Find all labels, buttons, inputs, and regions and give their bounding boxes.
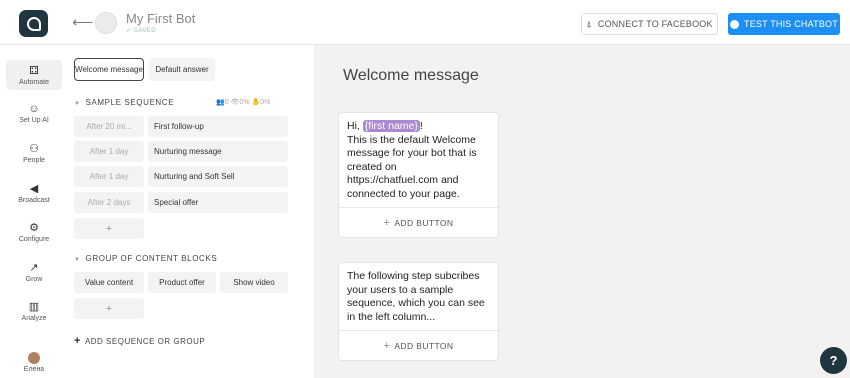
- grow-icon: ↗: [29, 262, 39, 274]
- card-body: The following step subcribes your users …: [347, 270, 485, 323]
- help-button[interactable]: ?: [820, 347, 847, 374]
- sequence-header[interactable]: ▼ SAMPLE SEQUENCE: [74, 98, 174, 107]
- sequence-block[interactable]: First follow-up: [148, 116, 288, 137]
- bot-name[interactable]: My First Bot: [126, 11, 195, 26]
- sequence-block[interactable]: Nurturing message: [148, 141, 288, 162]
- test-label: TEST THIS CHATBOT: [744, 19, 838, 29]
- top-bar: ⟵ My First Bot ✓ SAVED ⍋ CONNECT TO FACE…: [0, 0, 850, 45]
- nav-label: Broadcast: [18, 197, 50, 204]
- chatfuel-logo[interactable]: [19, 10, 48, 37]
- block-title[interactable]: Welcome message: [343, 67, 479, 85]
- plus-icon: +: [74, 335, 81, 347]
- text-card: Hi, {first name}! This is the default We…: [338, 112, 499, 238]
- nav-broadcast[interactable]: ◀ Broadcast: [6, 182, 62, 204]
- nav-label: Configure: [18, 236, 50, 243]
- messenger-icon: [730, 19, 740, 29]
- ai-icon: ☺: [28, 103, 40, 115]
- test-chatbot-button[interactable]: TEST THIS CHATBOT: [728, 13, 840, 35]
- gear-icon: ⚙: [29, 222, 39, 234]
- collapse-triangle-icon: ▼: [74, 101, 81, 107]
- nav-label: Analyze: [21, 315, 47, 322]
- back-arrow-icon[interactable]: ⟵: [72, 13, 94, 31]
- nav-grow[interactable]: ↗ Grow: [6, 261, 62, 283]
- group-block[interactable]: Show video: [220, 272, 288, 293]
- sequence-block[interactable]: Nurturing and Soft Sell: [148, 166, 288, 187]
- megaphone-icon: ◀: [29, 183, 39, 195]
- text-card-content[interactable]: Hi, {first name}! This is the default We…: [339, 113, 498, 207]
- greeting-text: Hi,: [347, 120, 360, 132]
- group-header[interactable]: ▼ GROUP OF CONTENT BLOCKS: [74, 254, 217, 263]
- tab-welcome-message[interactable]: Welcome message: [74, 58, 144, 81]
- user-avatar[interactable]: [28, 352, 40, 364]
- sequence-delay[interactable]: After 1 day: [74, 166, 144, 187]
- nav-configure[interactable]: ⚙ Configure: [6, 221, 62, 243]
- sequence-block[interactable]: Special offer: [148, 192, 288, 213]
- nav-label: Grow: [25, 276, 43, 283]
- sequence-delay[interactable]: After 2 days: [74, 192, 144, 213]
- add-button[interactable]: + ADD BUTTON: [339, 330, 498, 360]
- logo-mark: [26, 16, 41, 31]
- blocks-panel: Welcome message Default answer ▼ SAMPLE S…: [68, 45, 315, 378]
- bot-avatar[interactable]: [95, 12, 117, 34]
- chart-icon: ▥: [28, 301, 40, 313]
- sequence-stats: 👥0 👁0% ✋0%: [216, 99, 271, 106]
- card-body: This is the default Welcome message for …: [347, 133, 477, 200]
- collapse-triangle-icon: ▼: [74, 257, 81, 263]
- first-name-attribute[interactable]: {first name}: [362, 120, 420, 132]
- add-sequence-or-group-button[interactable]: + ADD SEQUENCE OR GROUP: [74, 335, 205, 347]
- people-icon: ⚇: [29, 143, 39, 155]
- nav-label: People: [23, 157, 45, 164]
- add-sequence-block-button[interactable]: +: [74, 218, 144, 239]
- exclaim-text: !: [419, 120, 423, 132]
- nav-set-up-ai[interactable]: ☺ Set Up AI: [6, 103, 62, 124]
- connect-to-facebook-button[interactable]: ⍋ CONNECT TO FACEBOOK: [581, 13, 718, 35]
- nav-label: Set Up AI: [19, 117, 49, 124]
- plus-icon: +: [383, 216, 391, 229]
- connect-label: CONNECT TO FACEBOOK: [597, 19, 713, 29]
- user-name[interactable]: Елена: [6, 366, 62, 373]
- add-button-label: ADD BUTTON: [394, 340, 454, 351]
- sequence-delay[interactable]: After 20 mi...: [74, 116, 144, 137]
- tab-default-answer[interactable]: Default answer: [149, 58, 215, 81]
- add-sequence-label: ADD SEQUENCE OR GROUP: [84, 337, 206, 346]
- block-editor: Welcome message Hi, {first name}! This i…: [315, 45, 850, 378]
- group-block[interactable]: Value content: [74, 272, 144, 293]
- left-navigation: ⚃ Automate ☺ Set Up AI ⚇ People ◀ Broadc…: [0, 45, 68, 378]
- automate-icon: ⚃: [29, 65, 39, 77]
- nav-analyze[interactable]: ▥ Analyze: [6, 300, 62, 322]
- nav-people[interactable]: ⚇ People: [6, 142, 62, 164]
- group-block[interactable]: Product offer: [148, 272, 216, 293]
- add-button[interactable]: + ADD BUTTON: [339, 207, 498, 237]
- sequence-delay[interactable]: After 1 day: [74, 141, 144, 162]
- text-card-content[interactable]: The following step subcribes your users …: [339, 263, 498, 330]
- add-group-block-button[interactable]: +: [74, 298, 144, 319]
- add-button-label: ADD BUTTON: [394, 217, 454, 228]
- sequence-title: SAMPLE SEQUENCE: [85, 98, 175, 107]
- plus-icon: +: [383, 339, 391, 352]
- text-card: The following step subcribes your users …: [338, 262, 499, 361]
- nav-automate[interactable]: ⚃ Automate: [6, 60, 62, 90]
- rocket-icon: ⍋: [586, 18, 592, 29]
- saved-status: ✓ SAVED: [126, 28, 157, 34]
- group-title: GROUP OF CONTENT BLOCKS: [85, 254, 218, 263]
- nav-label: Automate: [19, 79, 49, 86]
